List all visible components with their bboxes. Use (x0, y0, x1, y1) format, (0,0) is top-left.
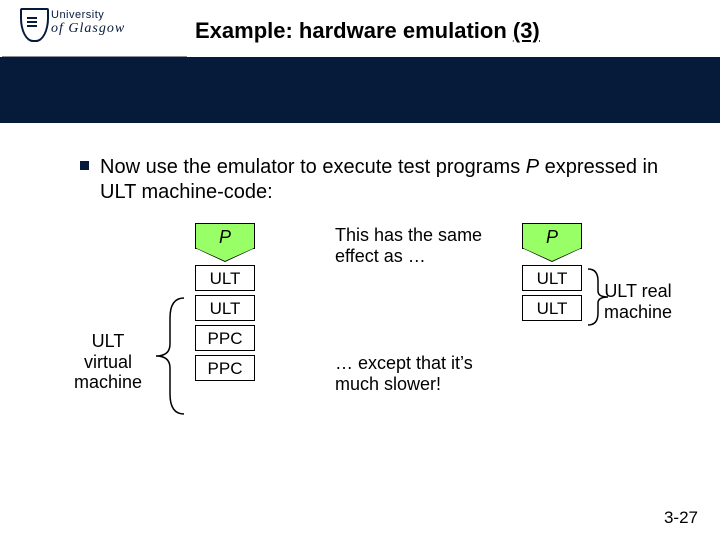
title-bar: University of Glasgow Example: hardware … (0, 0, 720, 62)
university-logo: University of Glasgow (20, 8, 140, 50)
note-slower: … except that it’s much slower! (335, 353, 495, 395)
right-box-ult1: ULT (522, 265, 582, 291)
arrow-down-icon (195, 248, 255, 262)
logo-line1: University (51, 10, 125, 22)
right-stack: P ULT ULT (522, 223, 582, 321)
left-box-ppc1: PPC (195, 325, 255, 351)
shield-icon (20, 8, 49, 42)
left-box-ult1: ULT (195, 265, 255, 291)
slide-title-text: Example: hardware emulation (195, 18, 513, 43)
bullet-text-3: machine-code: (136, 181, 273, 203)
left-stack: P ULT ULT PPC PPC (195, 223, 255, 381)
slide-title: Example: hardware emulation (3) (195, 18, 540, 44)
bullet-ULT: ULT (100, 181, 136, 203)
bullet-text-2: expressed in (539, 156, 658, 178)
slide-title-number: (3) (513, 18, 540, 43)
left-P-box: P (195, 223, 255, 262)
bullet-text-1: Now use the emulator to execute test pro… (100, 156, 526, 178)
bullet-P: P (526, 156, 539, 178)
left-P-label: P (195, 223, 255, 249)
right-box-ult2: ULT (522, 295, 582, 321)
page-number: 3-27 (664, 508, 698, 528)
brace-left-icon (152, 296, 186, 416)
diagram: ULT virtual machine P ULT ULT PPC PPC Th… (0, 223, 720, 483)
note-same-effect: This has the same effect as … (335, 225, 495, 267)
right-P-label: P (522, 223, 582, 249)
nav-band (0, 57, 720, 123)
bullet-icon (80, 161, 89, 170)
bullet-item: Now use the emulator to execute test pro… (100, 155, 660, 205)
label-real-machine: ULT real machine (598, 281, 678, 322)
left-box-ult2: ULT (195, 295, 255, 321)
arrow-down-icon (522, 248, 582, 262)
left-box-ppc2: PPC (195, 355, 255, 381)
label-virtual-machine: ULT virtual machine (68, 331, 148, 393)
logo-text: University of Glasgow (51, 10, 125, 36)
right-P-box: P (522, 223, 582, 262)
logo-line2: of Glasgow (51, 22, 125, 37)
